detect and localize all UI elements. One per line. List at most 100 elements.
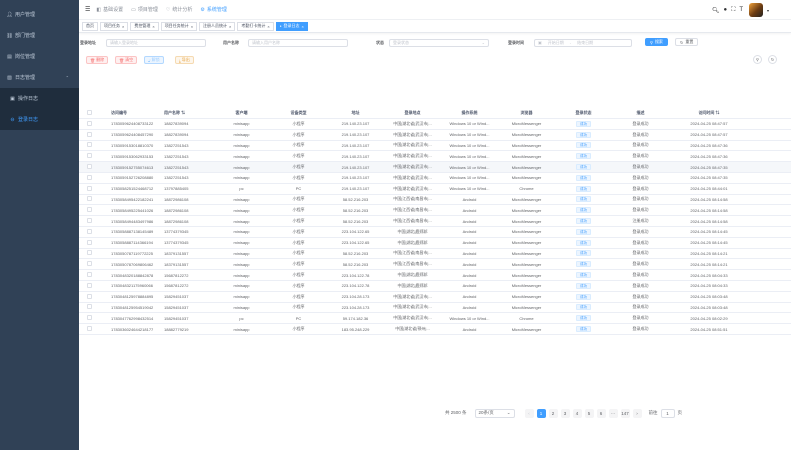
sidebar-item-login-log[interactable]: ⊖ 登录日志 bbox=[0, 109, 79, 130]
row-checkbox[interactable] bbox=[86, 228, 92, 234]
tag-1[interactable]: 项目任务 × bbox=[100, 21, 129, 31]
table-row[interactable]: 1783058495422182241 18872986108 minisapp 小程… bbox=[79, 195, 791, 206]
table-cell: 成功 bbox=[555, 164, 612, 171]
reset-button[interactable]: ↻ 重置 bbox=[675, 38, 699, 46]
row-checkbox[interactable] bbox=[86, 153, 92, 159]
top-menu-item[interactable]: ⚙ 系统管理 bbox=[200, 6, 227, 14]
tag-6[interactable]: ● 登录日志 × bbox=[275, 21, 308, 31]
select-all-checkbox[interactable] bbox=[79, 110, 99, 116]
search-button[interactable]: ⚲ 搜索 bbox=[645, 38, 668, 46]
table-row[interactable]: 1783059153062933153 13827251543 minisapp 小程… bbox=[79, 151, 791, 163]
table-row[interactable]: 1783047762998432514 15829451037 pc PC 59.174… bbox=[79, 313, 791, 325]
page-number[interactable]: 5 bbox=[584, 408, 594, 418]
page-number[interactable]: 6 bbox=[596, 408, 606, 418]
clean-button[interactable]: 🗑︎ 清空 bbox=[115, 56, 138, 64]
delete-button[interactable]: 🗑︎ 删除 bbox=[86, 56, 109, 64]
next-page-button[interactable]: › bbox=[632, 408, 642, 418]
tag-3[interactable]: 项目任务统计 × bbox=[160, 21, 198, 31]
goto-page-input[interactable]: 1 bbox=[660, 408, 675, 418]
unlock-button[interactable]: 🔓︎ 解锁 bbox=[144, 56, 164, 64]
hamburger-icon[interactable]: ☰ bbox=[85, 6, 90, 13]
close-icon[interactable]: × bbox=[152, 24, 154, 29]
row-checkbox[interactable] bbox=[86, 142, 92, 148]
table-row[interactable]: 1783050787119772225 18379131557 minisapp 小程… bbox=[79, 249, 791, 260]
table-row[interactable]: 1783058251524468712 13797885405 pc PC 219.14… bbox=[79, 184, 791, 195]
close-icon[interactable]: × bbox=[267, 24, 269, 29]
row-checkbox[interactable] bbox=[86, 326, 92, 332]
row-checkbox[interactable] bbox=[86, 164, 92, 170]
refresh-button[interactable]: ↻ bbox=[768, 55, 777, 64]
table-row[interactable]: 1783058495225441026 18872986108 minisapp 小程… bbox=[79, 205, 791, 217]
github-icon[interactable]: ● bbox=[723, 7, 727, 13]
page-number[interactable]: 2 bbox=[548, 408, 558, 418]
table-row[interactable]: 1783059152726208880 13827251543 minisapp 小程… bbox=[79, 173, 791, 184]
row-checkbox[interactable] bbox=[86, 304, 92, 310]
caret-down-icon[interactable]: ▾ bbox=[767, 8, 769, 13]
row-checkbox[interactable] bbox=[86, 120, 92, 126]
table-row[interactable]: 1783036024644218177 18882779219 minisapp 小程… bbox=[79, 324, 791, 335]
top-menu-item[interactable]: ♡ 统计分析 bbox=[166, 6, 193, 14]
row-checkbox[interactable] bbox=[86, 207, 92, 213]
top-menu-item[interactable]: ◧ 基础设置 bbox=[96, 6, 123, 14]
row-checkbox[interactable] bbox=[86, 282, 92, 288]
top-menu-item[interactable]: ▭ 项目管理 bbox=[131, 6, 158, 14]
login-ip-input[interactable]: 请输入登录地址 bbox=[106, 38, 206, 47]
sidebar-item-user[interactable]: 👤︎ 用户管理 bbox=[0, 4, 79, 25]
sort-icon[interactable]: ⇅ bbox=[714, 110, 720, 115]
tag-5[interactable]: 考勤打卡统计 × bbox=[237, 21, 274, 31]
user-name-input[interactable]: 请输入用户名称 bbox=[248, 38, 348, 47]
sidebar-item-post[interactable]: ▤ 岗位管理 bbox=[0, 46, 79, 67]
close-icon[interactable]: × bbox=[302, 24, 304, 29]
search-icon[interactable]: 🔍︎ bbox=[712, 7, 720, 14]
table-row[interactable]: 1783059152755074613 13827251543 minisapp 小程… bbox=[79, 162, 791, 173]
avatar[interactable] bbox=[748, 3, 763, 17]
date-range-picker[interactable]: ▣ 开始日期 - 结束日期 bbox=[534, 38, 632, 47]
row-checkbox[interactable] bbox=[86, 250, 92, 256]
tag-2[interactable]: 费控管理 × bbox=[130, 21, 159, 31]
row-checkbox[interactable] bbox=[86, 131, 92, 137]
row-checkbox[interactable] bbox=[86, 315, 92, 321]
row-checkbox[interactable] bbox=[86, 185, 92, 191]
sidebar-item-dept[interactable]: ⛓ 部门管理 bbox=[0, 25, 79, 46]
table-row[interactable]: 1783048125978884895 15829451037 minisapp 小程… bbox=[79, 292, 791, 303]
table-cell: MicroMessenger bbox=[511, 240, 542, 246]
table-row[interactable]: 1783048320188842878 15687812272 minisapp 小程… bbox=[79, 270, 791, 281]
close-icon[interactable]: × bbox=[191, 24, 193, 29]
page-number[interactable]: 4 bbox=[572, 408, 582, 418]
table-row[interactable]: 1783059153018810370 13827251543 minisapp 小程… bbox=[79, 141, 791, 152]
page-number[interactable]: 147 bbox=[620, 408, 630, 418]
table-row[interactable]: 1783048125954519042 15829451037 minisapp 小程… bbox=[79, 303, 791, 314]
close-icon[interactable]: × bbox=[122, 24, 124, 29]
table-row[interactable]: 1783058887114366194 13774379345 minisapp 小程… bbox=[79, 238, 791, 249]
sidebar-item-log[interactable]: ▧ 日志管理 ⌃ bbox=[0, 67, 79, 88]
table-row[interactable]: 1783059624408733122 18827839094 minisapp 小程… bbox=[79, 119, 791, 130]
page-number[interactable]: ··· bbox=[608, 408, 618, 418]
font-size-icon[interactable]: T bbox=[739, 7, 743, 13]
table-row[interactable]: 1783048321175960066 15687812272 minisapp 小程… bbox=[79, 281, 791, 292]
row-checkbox[interactable] bbox=[86, 174, 92, 180]
checkbox[interactable] bbox=[86, 110, 92, 115]
export-button[interactable]: ⤓ 导出 bbox=[175, 56, 194, 64]
page-size-select[interactable]: 20条/页 ⌄ bbox=[474, 408, 515, 418]
table-row[interactable]: 1783058494483497986 18872986108 minisapp 小程… bbox=[79, 216, 791, 227]
row-checkbox[interactable] bbox=[86, 272, 92, 278]
search-toggle-button[interactable]: ⚲ bbox=[753, 55, 762, 64]
page-number[interactable]: 3 bbox=[560, 408, 570, 418]
tag-4[interactable]: 注册人员统计 × bbox=[199, 21, 236, 31]
row-checkbox[interactable] bbox=[86, 239, 92, 245]
sidebar-item-oper-log[interactable]: ▣ 操作日志 bbox=[0, 88, 79, 109]
table-row[interactable]: 1783059624408457290 18827839094 minisapp 小程… bbox=[79, 130, 791, 141]
row-checkbox[interactable] bbox=[86, 196, 92, 202]
row-checkbox[interactable] bbox=[86, 261, 92, 267]
close-icon[interactable]: × bbox=[229, 24, 231, 29]
table-row[interactable]: 1783050787069806462 18379131557 minisapp 小程… bbox=[79, 259, 791, 271]
page-number[interactable]: 1 bbox=[536, 408, 546, 418]
prev-page-button[interactable]: ‹ bbox=[524, 408, 534, 418]
sort-icon[interactable]: ⇅ bbox=[180, 110, 185, 115]
status-select[interactable]: 登录状态 ⌄ bbox=[389, 38, 489, 47]
table-row[interactable]: 1783058887138145489 13774379345 minisapp 小程… bbox=[79, 227, 791, 238]
tag-0[interactable]: 首页 bbox=[82, 21, 98, 31]
row-checkbox[interactable] bbox=[86, 293, 92, 299]
fullscreen-icon[interactable]: ⛶ bbox=[731, 7, 735, 14]
row-checkbox[interactable] bbox=[86, 218, 92, 224]
